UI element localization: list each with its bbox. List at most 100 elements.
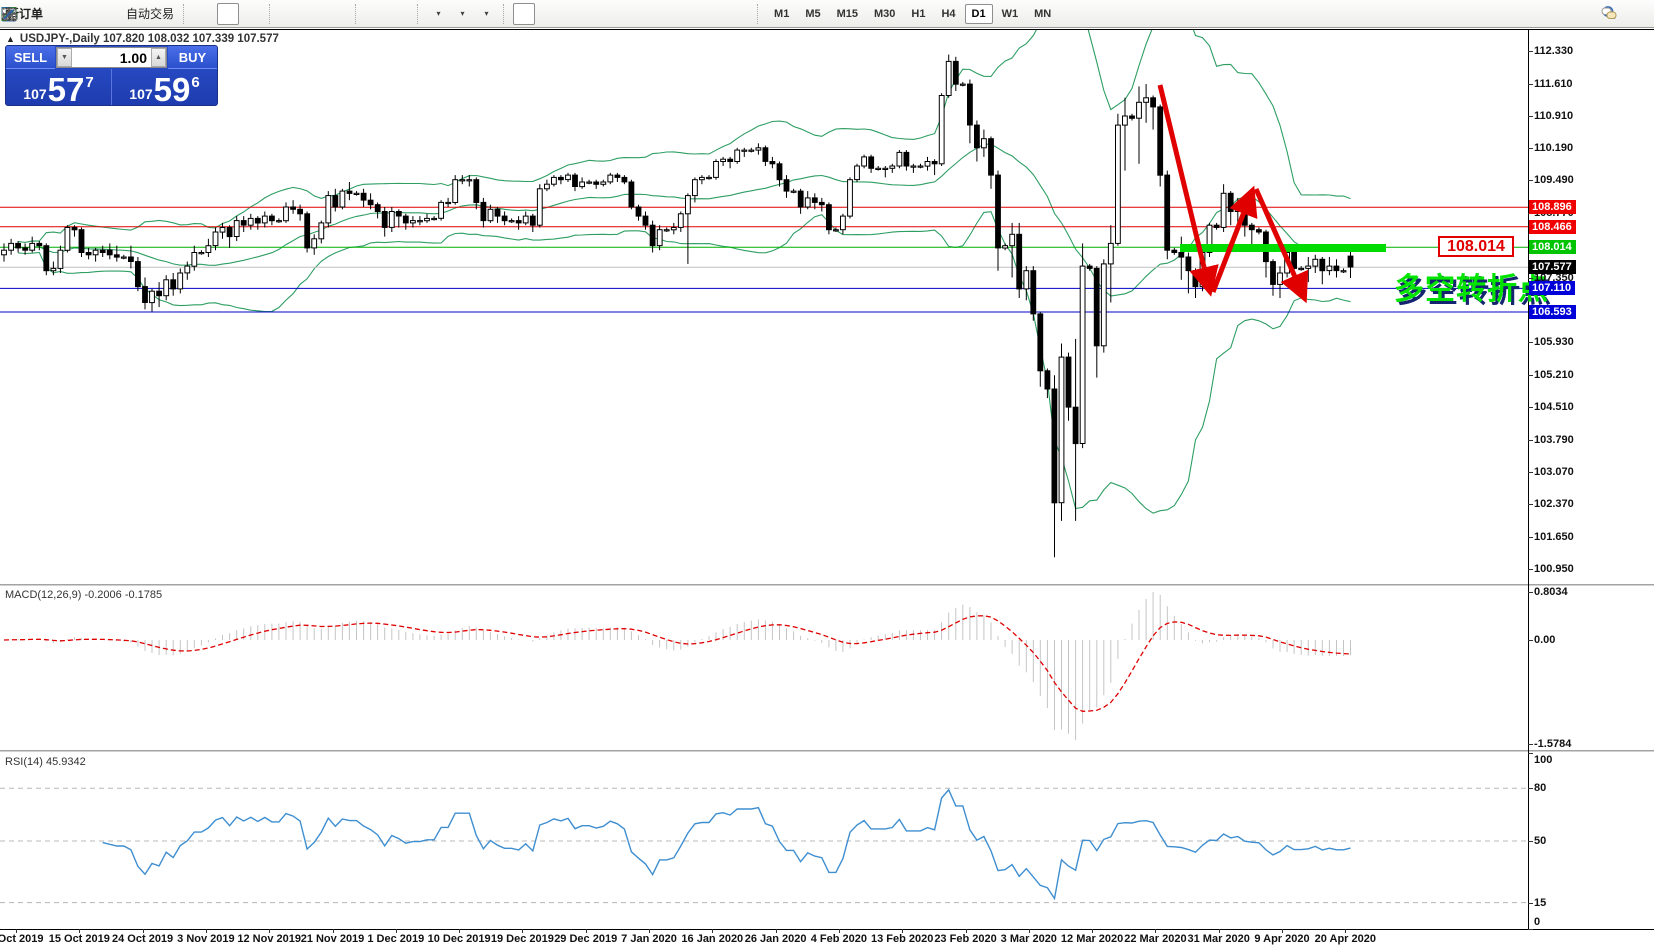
chart-shift-icon[interactable] [365,3,387,25]
price-tick-label: 103.790 [1534,434,1574,446]
text-icon[interactable]: A [681,3,703,25]
chart-autoscroll-icon[interactable] [389,3,411,25]
price-badge: 108.014 [1529,240,1576,254]
auto-trading-icon-label: 自动交易 [126,5,174,22]
candle-body [1087,266,1092,268]
fibonacci-icon[interactable]: F [657,3,679,25]
label-icon[interactable]: T [705,3,727,25]
price-chart[interactable] [0,30,1528,584]
candle-body [227,228,232,237]
candle-body [756,148,761,150]
candle-body [686,196,691,214]
gold-book-icon[interactable] [48,3,70,25]
rsi-pane[interactable] [0,753,1528,929]
candle-body [587,182,592,183]
rsi-axis-label: 80 [1534,782,1546,794]
candle-body [890,166,895,168]
candle-body [1228,193,1233,211]
pane-separator[interactable] [0,750,1654,752]
timeframe-w1[interactable]: W1 [995,4,1026,24]
candle-body [389,212,394,228]
candle-body [1137,102,1142,118]
candle-body [354,193,359,194]
cursor-icon[interactable] [513,3,535,25]
candle-body [728,159,733,161]
candle-body [1045,371,1050,389]
candle-body [1151,98,1156,107]
timeframe-h1[interactable]: H1 [904,4,932,24]
date-label: 26 Jan 2020 [745,933,807,945]
candle-body [213,232,218,246]
date-label: 13 Feb 2020 [871,933,933,945]
candle-body [425,218,430,220]
channel-icon[interactable]: E [633,3,655,25]
date-tick [1219,929,1220,933]
candlestick-icon[interactable] [217,3,239,25]
axis-tick [1528,569,1533,570]
turning-point-annotation[interactable]: 多空转折点 [1394,264,1549,308]
timeframe-mn[interactable]: MN [1027,4,1058,24]
candle-body [72,228,77,230]
axis-tick [1528,148,1533,149]
periods-icon[interactable]: ▾ [451,3,473,25]
candle-body [382,212,387,228]
bar-chart-icon[interactable] [193,3,215,25]
candle-body [975,125,980,148]
auto-trading-icon[interactable]: 自动交易 [120,3,177,25]
price-level-callout[interactable]: 108.014 [1438,236,1514,257]
chat-icon[interactable] [1625,2,1647,24]
templates-icon[interactable]: ▾ [475,3,497,25]
candle-body [1172,250,1177,252]
chevron-down-icon: ▾ [461,9,465,18]
vertical-line-icon[interactable] [561,3,583,25]
price-tick-label: 109.490 [1534,174,1574,186]
rsi-label: RSI(14) 45.9342 [5,756,86,768]
candle-body [1052,389,1057,503]
crosshair-icon[interactable] [537,3,559,25]
candle-body [601,182,606,184]
candle-body [1271,262,1276,285]
timeframe-m5[interactable]: M5 [798,4,827,24]
candle-body [129,257,134,262]
date-label: 19 Dec 2019 [491,933,554,945]
tile-windows-icon[interactable] [327,3,349,25]
timeframe-m1[interactable]: M1 [767,4,796,24]
candle-body [86,253,91,255]
candle-body [1313,259,1318,266]
candle-body [411,221,416,223]
signal-icon[interactable] [96,3,118,25]
axis-tick [1528,537,1533,538]
candle-body [1116,125,1121,243]
date-label: 21 Nov 2019 [301,933,365,945]
timeframe-d1[interactable]: D1 [965,4,993,24]
candle-body [1066,357,1071,407]
candle-body [721,159,726,161]
date-tick [459,929,460,933]
candle-body [904,152,909,166]
date-label: 29 Dec 2019 [554,933,617,945]
date-tick [902,929,903,933]
candle-body [939,96,944,164]
macd-pane[interactable] [0,587,1528,750]
candle-body [333,196,338,207]
candle-body [545,184,550,189]
indicators-icon[interactable]: ▾ [427,3,449,25]
profile-icon[interactable] [72,3,94,25]
horizontal-line-icon[interactable] [585,3,607,25]
pane-separator[interactable] [0,584,1654,586]
timeframe-m30[interactable]: M30 [867,4,902,24]
timeframe-m15[interactable]: M15 [830,4,865,24]
candle-body [798,191,803,207]
date-label: 24 Oct 2019 [112,933,173,945]
candle-body [925,162,930,167]
candle-body [262,216,267,223]
date-label: 3 Mar 2020 [1001,933,1057,945]
zoom-in-icon[interactable] [279,3,301,25]
trendline-icon[interactable] [609,3,631,25]
arrows-icon[interactable] [729,3,751,25]
timeframe-h4[interactable]: H4 [934,4,962,24]
price-tick-label: 105.210 [1534,369,1574,381]
zoom-out-icon[interactable] [303,3,325,25]
line-chart-icon[interactable] [241,3,263,25]
date-label: 22 Mar 2020 [1124,933,1186,945]
